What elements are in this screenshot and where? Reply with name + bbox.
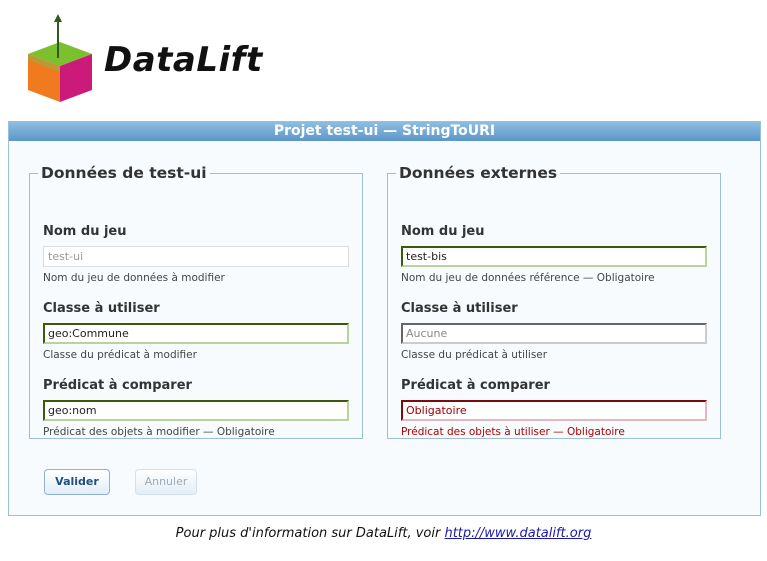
- external-predicate-input[interactable]: Obligatoire: [401, 400, 707, 421]
- brand-name: DataLift: [104, 40, 263, 80]
- external-class-field: Classe à utiliser Aucune Classe du prédi…: [401, 301, 707, 361]
- external-dataset-hint: Nom du jeu de données référence — Obliga…: [401, 272, 655, 284]
- external-data-fieldset: Données externes Nom du jeu test-bis Nom…: [387, 164, 721, 439]
- external-predicate-label: Prédicat à comparer: [401, 378, 550, 393]
- cube-logo-icon: [28, 14, 92, 102]
- datalift-logo: DataLift: [22, 12, 262, 108]
- local-predicate-field: Prédicat à comparer geo:nom Prédicat des…: [43, 378, 349, 438]
- local-dataset-field: Nom du jeu test-ui Nom du jeu de données…: [43, 224, 349, 284]
- external-class-label: Classe à utiliser: [401, 301, 518, 316]
- datalift-link[interactable]: http://www.datalift.org: [444, 526, 591, 541]
- panel-title: Projet test-ui — StringToURI: [9, 122, 760, 141]
- external-data-legend: Données externes: [399, 164, 558, 182]
- external-dataset-input[interactable]: test-bis: [401, 246, 707, 267]
- footer: Pour plus d'information sur DataLift, vo…: [0, 526, 767, 541]
- external-class-hint: Classe du prédicat à utiliser: [401, 349, 548, 361]
- submit-button[interactable]: Valider: [44, 469, 110, 495]
- local-predicate-input[interactable]: geo:nom: [43, 400, 349, 421]
- local-class-hint: Classe du prédicat à modifier: [43, 349, 197, 361]
- external-dataset-field: Nom du jeu test-bis Nom du jeu de donnée…: [401, 224, 707, 284]
- local-dataset-hint: Nom du jeu de données à modifier: [43, 272, 225, 284]
- external-class-input[interactable]: Aucune: [401, 323, 707, 344]
- external-predicate-field: Prédicat à comparer Obligatoire Prédicat…: [401, 378, 707, 438]
- cancel-button[interactable]: Annuler: [135, 469, 197, 495]
- local-class-field: Classe à utiliser geo:Commune Classe du …: [43, 301, 349, 361]
- local-class-label: Classe à utiliser: [43, 301, 160, 316]
- external-predicate-hint: Prédicat des objets à utiliser — Obligat…: [401, 426, 625, 438]
- local-predicate-label: Prédicat à comparer: [43, 378, 192, 393]
- footer-text: Pour plus d'information sur DataLift, vo…: [175, 526, 445, 541]
- local-data-legend: Données de test-ui: [41, 164, 207, 182]
- project-panel: Projet test-ui — StringToURI Données de …: [8, 121, 761, 516]
- external-dataset-label: Nom du jeu: [401, 224, 485, 239]
- local-dataset-label: Nom du jeu: [43, 224, 127, 239]
- local-data-fieldset: Données de test-ui Nom du jeu test-ui No…: [29, 164, 363, 439]
- local-dataset-input[interactable]: test-ui: [43, 246, 349, 267]
- local-class-input[interactable]: geo:Commune: [43, 323, 349, 344]
- local-predicate-hint: Prédicat des objets à modifier — Obligat…: [43, 426, 275, 438]
